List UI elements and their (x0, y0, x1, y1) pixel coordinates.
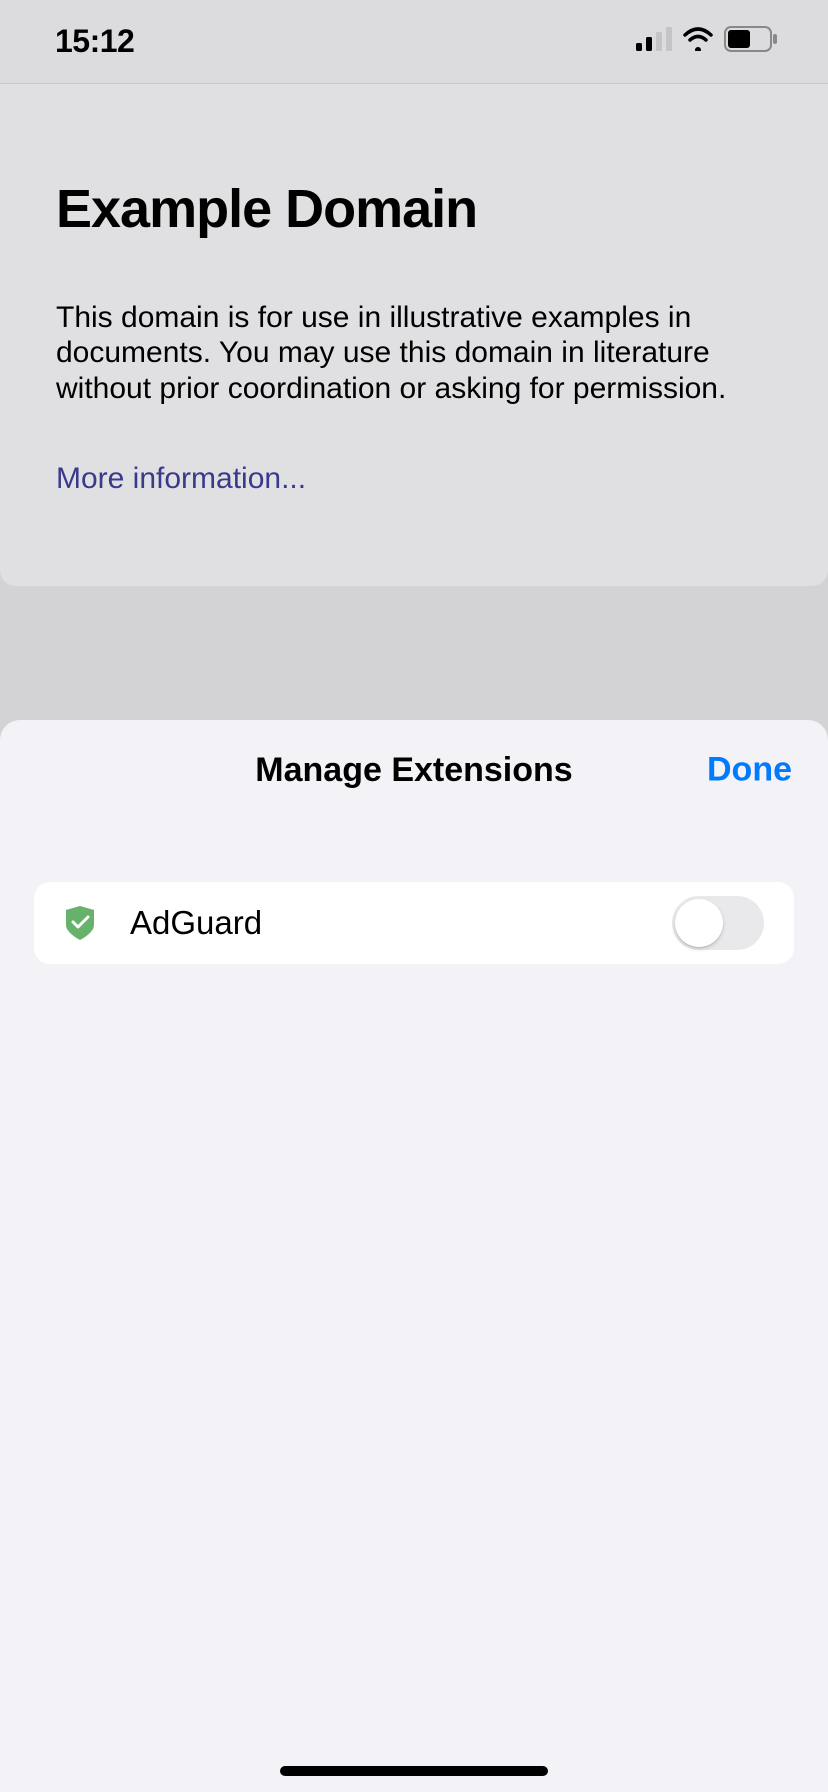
sheet-title: Manage Extensions (255, 751, 572, 790)
status-icons (636, 26, 778, 57)
extension-toggle[interactable] (672, 896, 764, 950)
extension-row-adguard: AdGuard (34, 882, 794, 964)
extensions-list: AdGuard (0, 820, 828, 964)
page-description: This domain is for use in illustrative e… (56, 300, 772, 406)
page-title: Example Domain (56, 178, 772, 240)
done-button[interactable]: Done (707, 751, 792, 790)
page-content: Example Domain This domain is for use in… (0, 84, 828, 586)
shield-check-icon (58, 901, 102, 945)
cellular-signal-icon (636, 27, 672, 56)
extension-name: AdGuard (130, 904, 672, 942)
sheet-header: Manage Extensions Done (0, 720, 828, 820)
manage-extensions-sheet: Manage Extensions Done AdGuard (0, 720, 828, 1792)
home-indicator[interactable] (280, 1766, 548, 1776)
status-bar: 15:12 (0, 0, 828, 84)
wifi-icon (682, 27, 714, 56)
battery-icon (724, 26, 778, 57)
more-information-link[interactable]: More information... (56, 462, 306, 496)
status-time: 15:12 (55, 23, 134, 60)
